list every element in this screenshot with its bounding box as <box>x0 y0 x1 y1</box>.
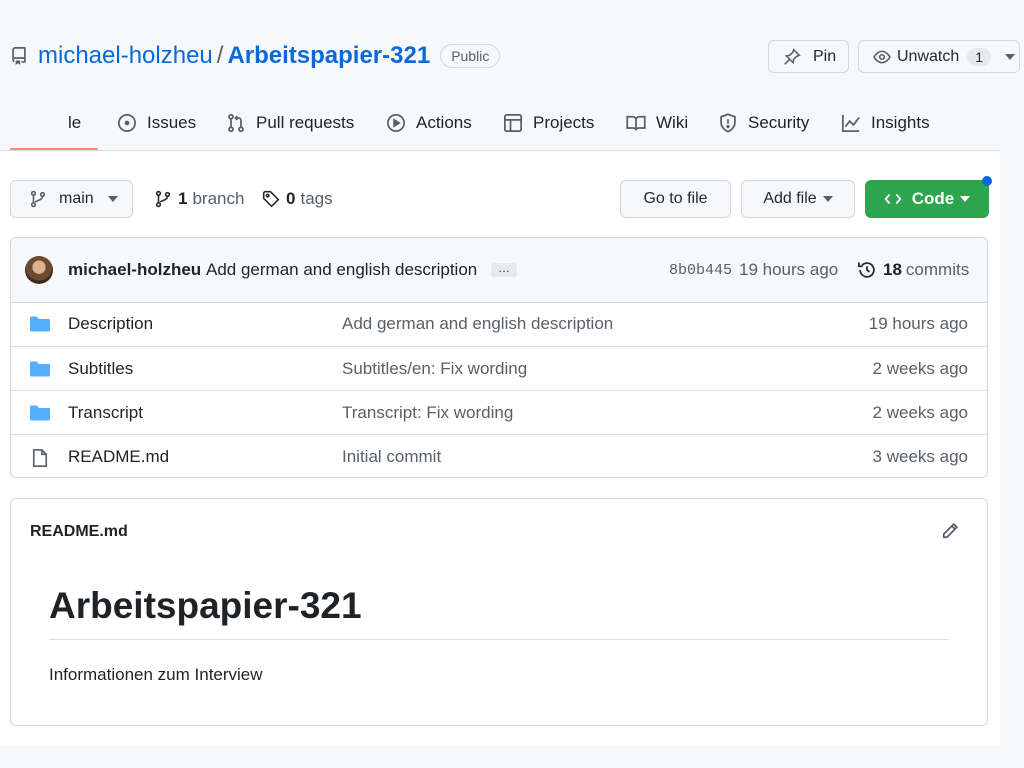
tab-projects-label: Projects <box>533 113 595 132</box>
repo-name-link[interactable]: Arbeitspapier-321 <box>227 42 430 70</box>
tab-issues[interactable]: Issues <box>117 102 196 144</box>
file-name-link[interactable]: Description <box>68 314 153 334</box>
pull-request-icon <box>228 113 244 133</box>
tab-security-label: Security <box>748 113 810 132</box>
file-commit-message[interactable]: Subtitles/en: Fix wording <box>342 359 527 379</box>
avatar[interactable] <box>25 256 53 284</box>
tab-insights[interactable]: Insights <box>841 102 930 144</box>
tags-link[interactable]: 0 tags <box>262 180 333 218</box>
table-row[interactable]: Transcript Transcript: Fix wording 2 wee… <box>11 390 987 434</box>
go-to-file-button[interactable]: Go to file <box>620 180 731 218</box>
branch-count: 1 <box>178 189 188 208</box>
folder-icon <box>30 361 50 377</box>
tab-pull-requests[interactable]: Pull requests <box>226 102 354 144</box>
unwatch-label: Unwatch <box>897 47 960 65</box>
tab-code-label: le <box>68 113 82 132</box>
file-commit-time: 19 hours ago <box>868 314 968 333</box>
commit-count: 18 <box>883 260 902 279</box>
commit-ellipsis-button[interactable]: … <box>491 262 517 277</box>
branch-icon <box>30 190 46 208</box>
pin-icon <box>784 47 801 65</box>
unwatch-button[interactable]: Unwatch 1 <box>858 40 1020 73</box>
book-icon <box>626 115 646 131</box>
caret-down-icon <box>107 196 118 202</box>
tab-actions-label: Actions <box>416 113 472 132</box>
branch-select-button[interactable]: main <box>10 180 133 218</box>
pencil-icon[interactable] <box>940 521 960 541</box>
folder-icon <box>30 405 50 421</box>
file-commit-message[interactable]: Transcript: Fix wording <box>342 403 513 423</box>
watch-count-badge: 1 <box>967 47 992 66</box>
readme-paragraph: Informationen zum Interview <box>49 665 263 684</box>
commit-message-link[interactable]: Add german and english description <box>206 260 477 280</box>
tab-insights-label: Insights <box>871 113 930 132</box>
table-row[interactable]: README.md Initial commit 3 weeks ago <box>11 434 987 477</box>
latest-commit-bar: michael-holzheu Add german and english d… <box>11 238 987 303</box>
commits-link[interactable]: 18 commits <box>857 260 969 280</box>
file-commit-message[interactable]: Initial commit <box>342 447 441 467</box>
tab-wiki-label: Wiki <box>656 113 689 132</box>
file-commit-message[interactable]: Add german and english description <box>342 314 613 334</box>
caret-down-icon <box>822 196 833 202</box>
repo-icon <box>12 47 26 65</box>
file-name-link[interactable]: README.md <box>68 447 169 467</box>
graph-icon <box>842 114 860 132</box>
file-commit-time: 3 weeks ago <box>872 447 968 466</box>
tabs-divider <box>0 150 1000 151</box>
add-file-label: Add file <box>763 190 817 207</box>
table-icon <box>504 114 522 132</box>
caret-down-icon[interactable] <box>1005 53 1016 60</box>
table-row[interactable]: Subtitles Subtitles/en: Fix wording 2 we… <box>11 346 987 390</box>
file-name-link[interactable]: Transcript <box>68 403 143 423</box>
folder-icon <box>30 316 50 332</box>
tab-security[interactable]: Security <box>718 102 809 144</box>
repo-header: michael-holzheu / Arbeitspapier-321 Publ… <box>10 40 501 72</box>
file-commit-time: 2 weeks ago <box>872 403 968 422</box>
shield-icon <box>720 113 736 133</box>
play-icon <box>387 114 405 132</box>
repo-owner-link[interactable]: michael-holzheu <box>38 42 213 70</box>
branch-name: main <box>59 190 94 207</box>
branches-link[interactable]: 1 branch <box>154 180 244 218</box>
repo-nav-tabs: le Issues Pull requests Actions Projects… <box>0 102 1000 144</box>
tab-issues-label: Issues <box>147 113 197 132</box>
code-label: Code <box>911 189 955 208</box>
commit-count-word: commits <box>905 260 970 279</box>
tag-icon <box>262 190 280 208</box>
eye-icon <box>873 50 891 63</box>
code-button[interactable]: Code <box>865 180 989 218</box>
file-name-link[interactable]: Subtitles <box>68 359 133 379</box>
readme-divider <box>49 639 949 640</box>
tab-wiki[interactable]: Wiki <box>626 102 688 144</box>
pin-label: Pin <box>813 47 837 65</box>
tab-projects[interactable]: Projects <box>503 102 594 144</box>
commit-author-link[interactable]: michael-holzheu <box>68 260 201 280</box>
notification-dot <box>982 176 992 186</box>
file-commit-time: 2 weeks ago <box>872 359 968 378</box>
table-row[interactable]: Description Add german and english descr… <box>11 302 987 346</box>
file-icon <box>32 449 48 467</box>
commit-sha-link[interactable]: 8b0b445 <box>669 262 732 279</box>
pin-button[interactable]: Pin <box>768 40 849 73</box>
visibility-badge: Public <box>440 44 501 68</box>
code-icon <box>884 193 902 205</box>
branch-icon <box>155 190 171 208</box>
tag-count: 0 <box>286 189 296 208</box>
issue-icon <box>118 114 136 132</box>
repo-path-separator: / <box>216 42 224 69</box>
tab-actions[interactable]: Actions <box>386 102 472 144</box>
readme-heading: Arbeitspapier-321 <box>49 585 362 626</box>
commit-time: 19 hours ago <box>739 260 839 279</box>
add-file-button[interactable]: Add file <box>741 180 855 218</box>
tag-word: tags <box>300 189 333 208</box>
readme-title: README.md <box>30 523 128 540</box>
branch-word: branch <box>192 189 245 208</box>
tab-code[interactable]: le <box>68 102 81 144</box>
tab-pull-requests-label: Pull requests <box>256 113 355 132</box>
history-icon <box>858 262 875 278</box>
caret-down-icon <box>960 196 971 202</box>
readme-panel: README.md Arbeitspapier-321 Informatione… <box>10 498 988 726</box>
file-table: michael-holzheu Add german and english d… <box>10 237 988 478</box>
